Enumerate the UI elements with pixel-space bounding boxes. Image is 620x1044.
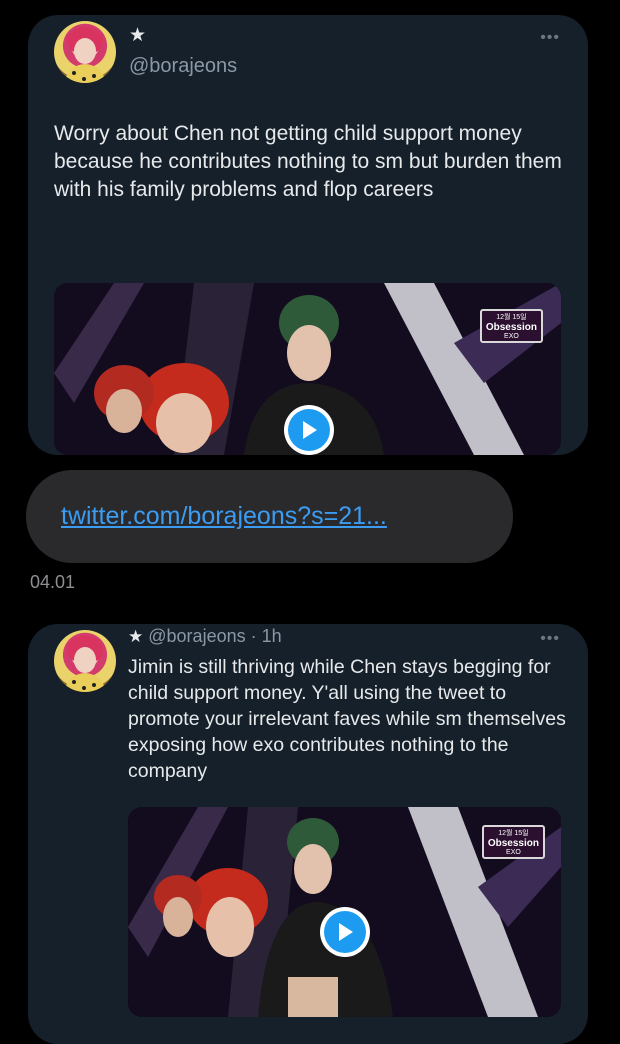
more-options-icon[interactable]: •••	[540, 630, 560, 648]
quoted-tweet-card-1[interactable]: ★ @borajeons ••• Worry about Chen not ge…	[28, 15, 588, 455]
avatar[interactable]	[54, 21, 116, 83]
quoted-tweet-card-2[interactable]: ★ @borajeons · 1h ••• Jimin is still thr…	[28, 624, 588, 1044]
play-icon	[303, 421, 317, 439]
message-timestamp: 04.01	[30, 572, 76, 592]
tweet-handle[interactable]: @borajeons	[129, 55, 237, 78]
play-button[interactable]	[320, 907, 370, 957]
tweet-time: 1h	[261, 626, 282, 646]
play-button[interactable]	[284, 405, 334, 455]
tweet-header: ★ @borajeons · 1h	[128, 626, 282, 647]
program-badge: 12월 15일 Obsession EXO	[481, 825, 545, 859]
tweet-text: Jimin is still thriving while Chen stays…	[128, 656, 566, 782]
separator: ·	[245, 626, 262, 646]
link-message-bubble[interactable]: twitter.com/borajeons?s=21...	[26, 470, 513, 563]
tweet-link[interactable]: twitter.com/borajeons?s=21...	[61, 502, 387, 531]
play-icon	[339, 923, 353, 941]
avatar[interactable]	[54, 630, 116, 692]
program-badge: 12월 15일 Obsession EXO	[479, 309, 543, 343]
star-icon: ★	[128, 627, 144, 646]
star-icon: ★	[129, 25, 147, 46]
tweet-text: Worry about Chen not getting child suppo…	[54, 122, 562, 201]
more-options-icon[interactable]: •••	[540, 29, 560, 47]
tweet-handle[interactable]: @borajeons	[148, 626, 245, 646]
